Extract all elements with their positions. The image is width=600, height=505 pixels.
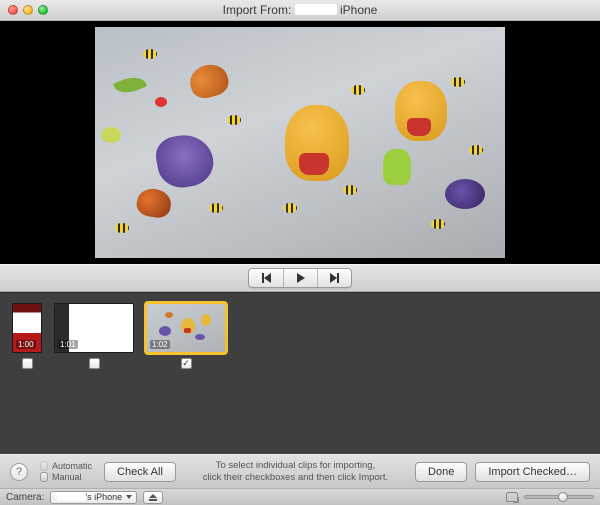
clip-item[interactable]: 1:02 ✓ [146, 303, 226, 369]
mode-manual-label: Manual [52, 472, 82, 482]
play-icon [297, 273, 305, 283]
import-checked-button[interactable]: Import Checked… [475, 462, 590, 482]
window-title: Import From: iPhone [0, 3, 600, 17]
hint-line-2: click their checkboxes and then click Im… [188, 472, 403, 484]
clip-thumbnail[interactable]: 1:01 [54, 303, 134, 353]
thumbnail-size-icon [506, 492, 518, 502]
mode-knob-auto [40, 461, 48, 471]
play-button[interactable] [283, 269, 317, 287]
minimize-icon[interactable] [23, 5, 33, 15]
preview-area [0, 21, 600, 264]
preview-image [95, 27, 505, 258]
zoom-icon[interactable] [38, 5, 48, 15]
title-prefix: Import From: [223, 3, 292, 17]
check-all-button[interactable]: Check All [104, 462, 176, 482]
skip-forward-icon [330, 273, 339, 283]
mode-auto-label: Automatic [52, 461, 92, 471]
clips-strip[interactable]: 1:00 1:01 1:02 ✓ [0, 292, 600, 454]
slider-knob[interactable] [558, 492, 568, 502]
clip-checkbox[interactable] [89, 358, 100, 369]
close-icon[interactable] [8, 5, 18, 15]
clip-duration: 1:01 [58, 340, 78, 349]
skip-back-icon [262, 273, 271, 283]
clip-checkbox[interactable] [22, 358, 33, 369]
camera-label: Camera: [6, 492, 44, 503]
clip-checkbox[interactable]: ✓ [181, 358, 192, 369]
title-suffix: iPhone [340, 3, 377, 17]
playback-controls [0, 264, 600, 292]
thumbnail-size-slider[interactable] [524, 495, 594, 499]
bottom-toolbar: ? Automatic Manual Check All To select i… [0, 454, 600, 488]
clip-item[interactable]: 1:01 [54, 303, 134, 369]
camera-select[interactable]: 's iPhone [50, 491, 137, 504]
done-button[interactable]: Done [415, 462, 467, 482]
clip-item[interactable]: 1:00 [12, 303, 42, 369]
eject-button[interactable] [143, 491, 163, 504]
prev-clip-button[interactable] [249, 269, 283, 287]
import-hint: To select individual clips for importing… [188, 460, 403, 484]
eject-icon [149, 494, 157, 498]
titlebar: Import From: iPhone [0, 0, 600, 21]
status-bar: Camera: 's iPhone [0, 488, 600, 505]
clip-duration: 1:00 [16, 340, 36, 349]
clip-thumbnail[interactable]: 1:00 [12, 303, 42, 353]
clip-thumbnail[interactable]: 1:02 [146, 303, 226, 353]
camera-value-suffix: 's iPhone [85, 492, 122, 502]
camera-name-redaction [57, 493, 85, 501]
title-redaction [295, 4, 337, 15]
hint-line-1: To select individual clips for importing… [188, 460, 403, 472]
help-button[interactable]: ? [10, 463, 28, 481]
mode-knob-manual [40, 472, 48, 482]
help-icon: ? [16, 466, 22, 478]
playback-segmented [248, 268, 352, 288]
mode-switch[interactable]: Automatic Manual [40, 461, 92, 482]
clip-duration: 1:02 [150, 340, 170, 349]
next-clip-button[interactable] [317, 269, 351, 287]
window-controls [8, 5, 48, 15]
